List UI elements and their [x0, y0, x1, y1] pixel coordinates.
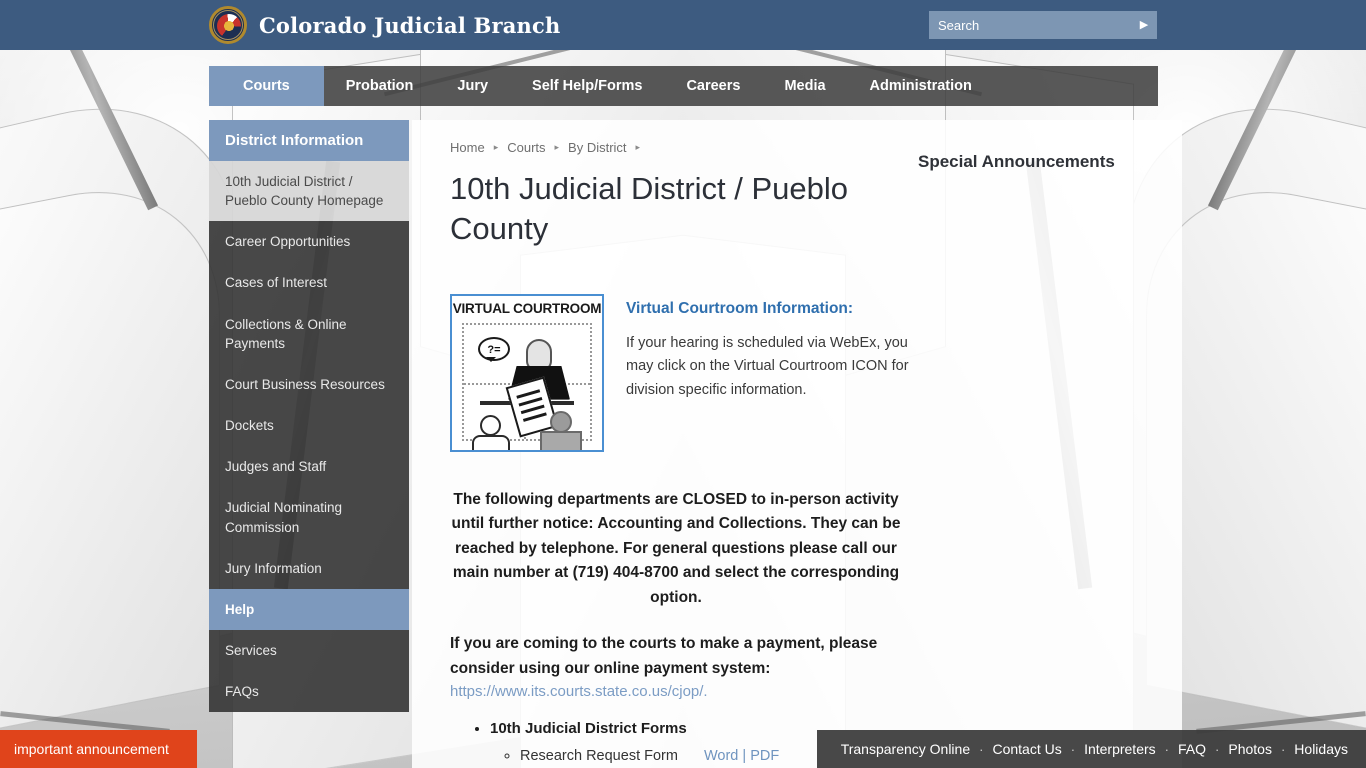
nav-item-media[interactable]: Media — [762, 66, 847, 106]
chevron-right-icon: ▸ — [493, 142, 499, 152]
footer-separator: · — [979, 741, 984, 757]
main-content-panel: Home ▸ Courts ▸ By District ▸ 10th Judic… — [412, 120, 1182, 768]
sidebar-item-jury-information[interactable]: Jury Information — [209, 547, 409, 589]
footer-link-transparency-online[interactable]: Transparency Online — [841, 741, 970, 757]
sidebar: District Information 10th Judicial Distr… — [209, 120, 409, 713]
sidebar-item-judicial-nominating-commission[interactable]: Judicial Nominating Commission — [209, 487, 409, 548]
online-payment-notice: If you are coming to the courts to make … — [450, 635, 878, 677]
virtual-courtroom-image-label: VIRTUAL COURTROOM — [452, 300, 602, 316]
participant-two-head-icon — [550, 410, 572, 433]
virtual-courtroom-info-link[interactable]: Virtual Courtroom Information: — [626, 300, 926, 318]
sidebar-item-dockets[interactable]: Dockets — [209, 405, 409, 447]
footer-links-bar: Transparency Online · Contact Us · Inter… — [816, 730, 1366, 768]
search-box[interactable]: ▶ — [929, 11, 1157, 39]
virtual-courtroom-description: If your hearing is scheduled via WebEx, … — [626, 334, 909, 398]
participant-one-head-icon — [480, 414, 501, 436]
footer-link-interpreters[interactable]: Interpreters — [1084, 741, 1156, 757]
nav-item-jury[interactable]: Jury — [435, 66, 510, 106]
virtual-courtroom-icon[interactable]: VIRTUAL COURTROOM ?= — [450, 293, 604, 452]
main-navigation: Courts Probation Jury Self Help/Forms Ca… — [209, 66, 1158, 106]
search-submit-icon[interactable]: ▶ — [1131, 11, 1157, 39]
footer-separator: · — [1070, 741, 1076, 757]
virtual-courtroom-section: VIRTUAL COURTROOM ?= Virtual Courtroom I… — [450, 293, 1182, 452]
footer-link-photos[interactable]: Photos — [1228, 741, 1272, 757]
nav-item-courts[interactable]: Courts — [209, 66, 324, 106]
sidebar-item-services[interactable]: Services — [209, 630, 409, 672]
virtual-courtroom-illustration: ?= — [462, 322, 592, 450]
sidebar-item-collections-payments[interactable]: Collections & Online Payments — [209, 303, 409, 364]
question-bubble-icon: ?= — [478, 336, 510, 362]
brand[interactable]: Colorado Judicial Branch — [209, 4, 560, 46]
breadcrumb-item-by-district[interactable]: By District — [568, 140, 627, 155]
sidebar-item-career-opportunities[interactable]: Career Opportunities — [209, 221, 409, 263]
site-header: Colorado Judicial Branch ▶ — [0, 0, 1366, 50]
breadcrumb-item-courts[interactable]: Courts — [507, 140, 545, 155]
participant-two-body-icon — [540, 430, 582, 450]
form-word-link[interactable]: Word — [704, 748, 738, 764]
footer-link-contact-us[interactable]: Contact Us — [992, 741, 1061, 757]
sidebar-item-homepage[interactable]: 10th Judicial District / Pueblo County H… — [209, 161, 409, 222]
sidebar-item-cases-of-interest[interactable]: Cases of Interest — [209, 262, 409, 304]
nav-item-probation[interactable]: Probation — [324, 66, 436, 106]
nav-item-self-help-forms[interactable]: Self Help/Forms — [510, 66, 664, 106]
important-announcement-banner[interactable]: important announcement — [0, 730, 197, 768]
colorado-state-seal-icon — [209, 6, 247, 44]
footer-link-faq[interactable]: FAQ — [1178, 741, 1206, 757]
form-pdf-link[interactable]: PDF — [750, 748, 779, 764]
special-announcements-title: Special Announcements — [918, 152, 1115, 171]
forms-group-label: 10th Judicial District Forms — [490, 719, 687, 737]
nav-item-careers[interactable]: Careers — [664, 66, 762, 106]
link-separator: | — [742, 748, 747, 765]
special-announcements-column: Special Announcements — [918, 148, 1148, 175]
closed-departments-notice: The following departments are CLOSED to … — [451, 490, 901, 606]
sidebar-item-faqs[interactable]: FAQs — [209, 671, 409, 713]
footer-separator: · — [1280, 741, 1286, 757]
chevron-right-icon: ▸ — [635, 142, 641, 152]
sidebar-heading-district-information[interactable]: District Information — [209, 120, 409, 161]
sidebar-item-court-business-resources[interactable]: Court Business Resources — [209, 363, 409, 406]
footer-separator: · — [1215, 741, 1220, 757]
online-payment-link[interactable]: https://www.its.courts.state.co.us/cjop/… — [450, 683, 708, 700]
breadcrumb-item-home[interactable]: Home — [450, 140, 485, 155]
footer-separator: · — [1164, 741, 1169, 757]
chevron-right-icon: ▸ — [554, 142, 560, 152]
sidebar-item-judges-and-staff[interactable]: Judges and Staff — [209, 446, 409, 488]
search-input[interactable] — [929, 11, 1131, 39]
page-title: 10th Judicial District / Pueblo County — [450, 171, 849, 247]
footer-link-holidays[interactable]: Holidays — [1294, 741, 1348, 757]
brand-title: Colorado Judicial Branch — [259, 12, 561, 38]
sidebar-item-help[interactable]: Help — [209, 588, 409, 631]
nav-item-administration[interactable]: Administration — [848, 66, 994, 106]
form-name-research-request: Research Request Form — [520, 748, 678, 765]
participant-one-body-icon — [472, 434, 510, 450]
